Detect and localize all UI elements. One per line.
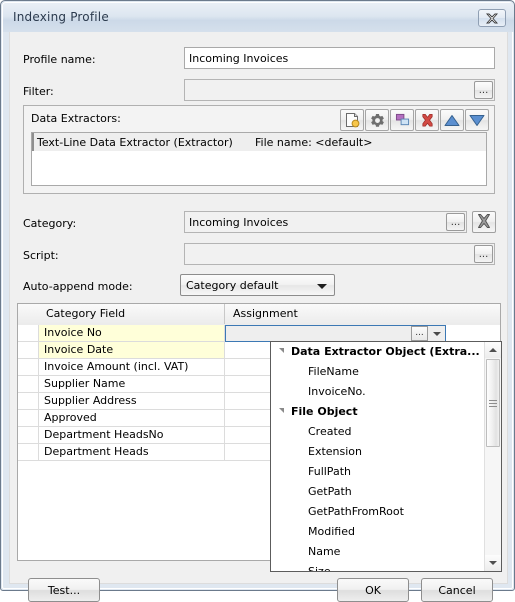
auto-append-mode-value: Category default (186, 278, 279, 292)
duplicate-extractor-button[interactable] (390, 109, 414, 131)
row-category-field[interactable]: Department Heads (39, 444, 225, 460)
row-gutter (18, 427, 39, 443)
profile-name-value: Incoming Invoices (189, 51, 289, 65)
move-up-icon (444, 114, 460, 127)
cancel-button[interactable]: Cancel (421, 578, 493, 602)
extractor-toolbar (340, 109, 489, 131)
auto-append-mode-label: Auto-append mode: (23, 280, 133, 293)
row-gutter (18, 376, 39, 392)
row-category-field[interactable]: Supplier Name (39, 376, 225, 392)
assignment-dropdown-button[interactable] (428, 326, 445, 341)
clear-x-icon (476, 213, 492, 232)
data-extractors-group: Data Extractors: Text-Line Data Extracto… (23, 105, 495, 194)
dropdown-item[interactable]: Created (271, 422, 484, 442)
scrollbar-grip-icon (489, 398, 497, 409)
new-extractor-button[interactable] (340, 109, 364, 131)
filter-input[interactable]: ... (184, 79, 495, 101)
extractor-list[interactable]: Text-Line Data Extractor (Extractor) Fil… (31, 132, 487, 186)
scroll-down-button[interactable] (485, 555, 501, 571)
indexing-profile-dialog: Indexing Profile Profile name: Incoming … (0, 0, 515, 602)
row-category-field[interactable]: Supplier Address (39, 393, 225, 409)
grid-header-gutter (18, 304, 39, 324)
dialog-client-area: Profile name: Incoming Invoices Filter: … (9, 32, 508, 602)
auto-append-mode-select[interactable]: Category default (180, 274, 335, 296)
filter-label: Filter: (23, 85, 54, 98)
dropdown-item[interactable]: Name (271, 542, 484, 562)
data-extractors-label: Data Extractors: (31, 112, 121, 125)
row-gutter (18, 393, 39, 409)
close-x-icon (485, 13, 499, 24)
new-extractor-icon (345, 112, 360, 128)
category-value: Incoming Invoices (189, 215, 289, 229)
row-category-field[interactable]: Approved (39, 410, 225, 426)
dropdown-item[interactable]: FullPath (271, 462, 484, 482)
scroll-up-button[interactable] (485, 342, 501, 358)
test-button[interactable]: Test... (28, 578, 100, 602)
scrollbar-thumb[interactable] (486, 359, 500, 447)
column-header-assignment[interactable]: Assignment (225, 304, 500, 324)
delete-red-x-icon (420, 113, 435, 128)
profile-name-input[interactable]: Incoming Invoices (184, 47, 495, 69)
row-gutter (18, 325, 39, 341)
window-title: Indexing Profile (13, 10, 109, 24)
row-gutter (18, 342, 39, 358)
dropdown-item-label: File Object (291, 405, 358, 418)
row-category-field[interactable]: Department HeadsNo (39, 427, 225, 443)
move-extractor-down-button[interactable] (465, 109, 489, 131)
dropdown-item[interactable]: Modified (271, 522, 484, 542)
assignment-option-list: Data Extractor Object (Extra... FileName… (271, 342, 484, 571)
category-label: Category: (23, 217, 77, 230)
row-gutter (18, 444, 39, 460)
extractor-file-name: File name: <default> (255, 135, 373, 149)
settings-gear-icon (370, 113, 385, 128)
dropdown-item[interactable]: GetPathFromRoot (271, 502, 484, 522)
dropdown-item[interactable]: InvoiceNo. (271, 382, 484, 402)
expander-triangle-icon[interactable] (279, 408, 284, 413)
dropdown-scrollbar[interactable] (484, 342, 501, 571)
row-gutter (18, 410, 39, 426)
chevron-down-icon (432, 331, 441, 336)
scroll-up-arrow-icon (489, 348, 497, 352)
list-item[interactable]: Text-Line Data Extractor (Extractor) Fil… (32, 133, 486, 151)
duplicate-icon (395, 113, 410, 127)
assignment-dropdown-popup[interactable]: Data Extractor Object (Extra... FileName… (270, 341, 502, 572)
delete-extractor-button[interactable] (415, 109, 439, 131)
row-gutter (18, 359, 39, 375)
extractor-settings-button[interactable] (365, 109, 389, 131)
category-input[interactable]: Incoming Invoices ... (184, 211, 467, 233)
ok-button[interactable]: OK (337, 578, 409, 602)
dropdown-group-item[interactable]: Data Extractor Object (Extra... (271, 342, 484, 362)
dropdown-item[interactable]: Extension (271, 442, 484, 462)
dropdown-item[interactable]: FileName (271, 362, 484, 382)
scroll-down-arrow-icon (489, 561, 497, 565)
table-row[interactable]: Invoice No ... (18, 325, 500, 342)
move-extractor-up-button[interactable] (440, 109, 464, 131)
profile-name-label: Profile name: (23, 53, 96, 66)
filter-browse-button[interactable]: ... (474, 81, 493, 99)
expander-triangle-icon[interactable] (279, 348, 284, 353)
close-button[interactable] (478, 9, 506, 27)
row-category-field[interactable]: Invoice Amount (incl. VAT) (39, 359, 225, 375)
move-down-icon (469, 114, 485, 127)
dropdown-group-item[interactable]: File Object (271, 402, 484, 422)
assignment-browse-button[interactable]: ... (411, 326, 428, 341)
row-category-field[interactable]: Invoice No (39, 325, 225, 341)
extractor-name: Text-Line Data Extractor (Extractor) (37, 135, 233, 149)
script-input[interactable]: ... (184, 243, 495, 265)
dropdown-item-label: Data Extractor Object (Extra... (291, 345, 480, 358)
row-category-field[interactable]: Invoice Date (39, 342, 225, 358)
script-browse-button[interactable]: ... (474, 245, 493, 263)
grid-header-row: Category Field Assignment (18, 304, 500, 326)
script-label: Script: (23, 249, 59, 262)
category-clear-button[interactable] (472, 211, 496, 233)
dropdown-item[interactable]: Size (271, 562, 484, 571)
category-browse-button[interactable]: ... (446, 213, 465, 231)
dropdown-item[interactable]: GetPath (271, 482, 484, 502)
chevron-down-icon (317, 284, 327, 289)
assignment-editor-cell[interactable]: ... (225, 325, 446, 342)
title-bar[interactable]: Indexing Profile (3, 3, 514, 32)
column-header-category-field[interactable]: Category Field (38, 304, 225, 324)
